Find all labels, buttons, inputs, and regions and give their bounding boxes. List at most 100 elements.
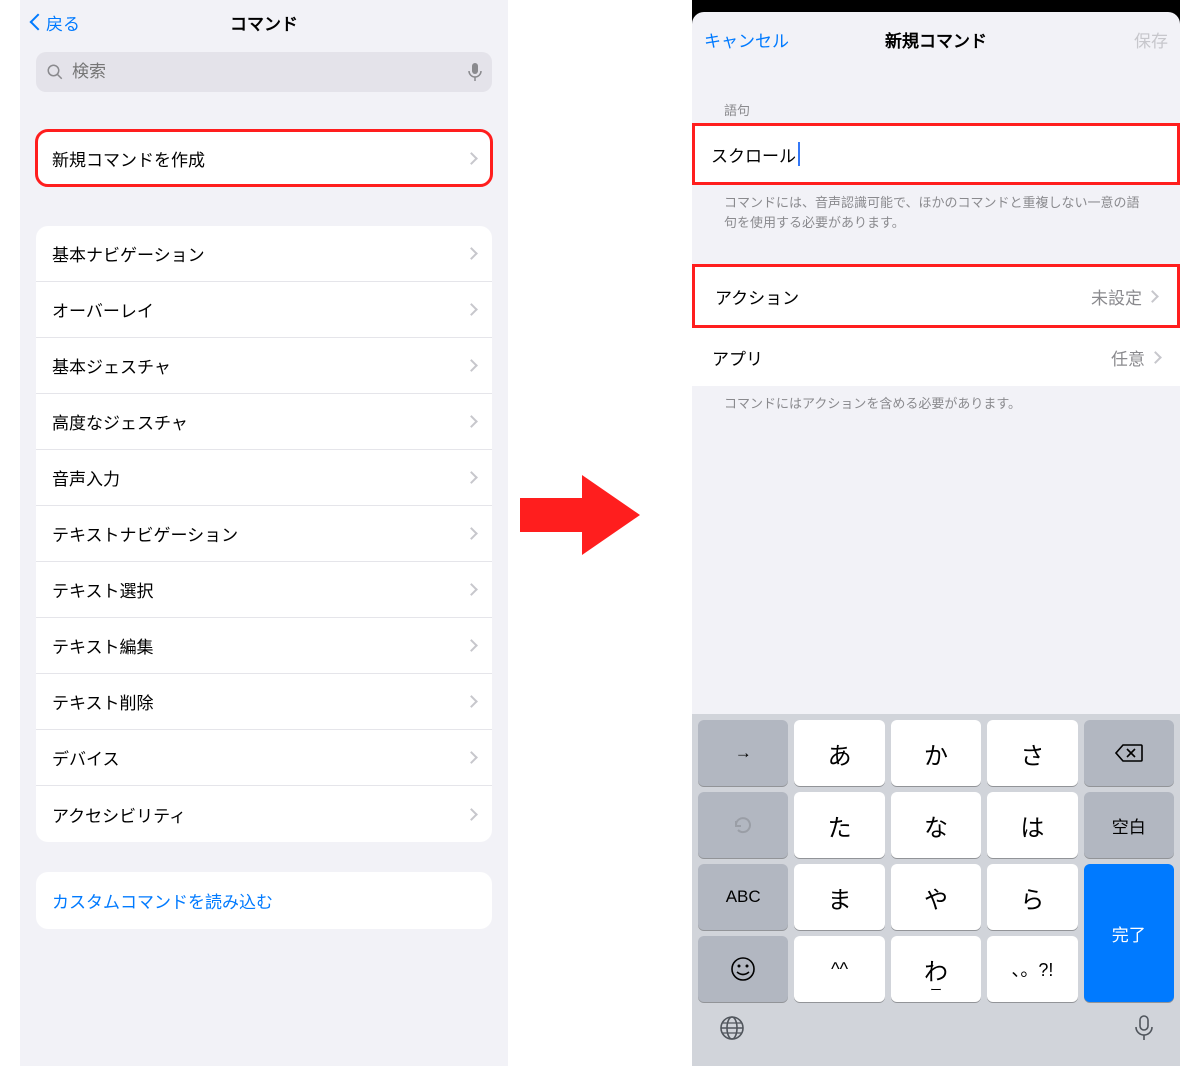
- emoji-icon: [730, 956, 756, 982]
- chevron-right-icon: [1149, 351, 1162, 364]
- chevron-right-icon: [465, 247, 478, 260]
- app-value: 任意: [1111, 345, 1145, 370]
- right-phone-frame: キャンセル 新規コマンド 保存 語句 スクロール コマンドには、音声認識可能で、…: [692, 0, 1180, 1066]
- save-label: 保存: [1134, 32, 1168, 51]
- sheet-navbar: キャンセル 新規コマンド 保存: [692, 12, 1180, 66]
- phrase-value: スクロール: [711, 142, 796, 167]
- chevron-right-icon: [465, 751, 478, 764]
- text-cursor: [798, 142, 800, 166]
- key-emoji[interactable]: [698, 936, 788, 1002]
- key-undo[interactable]: [698, 792, 788, 858]
- category-label: アクセシビリティ: [52, 802, 186, 827]
- keyboard-grid: → あ か さ た な は 空白 ABC ま や: [698, 720, 1174, 1002]
- key-sa[interactable]: さ: [987, 720, 1077, 786]
- globe-button[interactable]: [718, 1014, 746, 1042]
- chevron-right-icon: [465, 695, 478, 708]
- category-label: テキストナビゲーション: [52, 521, 238, 546]
- chevron-right-icon: [465, 583, 478, 596]
- chevron-right-icon: [1146, 290, 1159, 303]
- app-row: アプリ 任意: [692, 328, 1180, 386]
- search-field[interactable]: [36, 52, 492, 92]
- category-label: テキスト編集: [52, 633, 154, 658]
- action-value: 未設定: [1091, 284, 1142, 309]
- action-cell[interactable]: アクション 未設定: [695, 267, 1177, 325]
- create-command-cell[interactable]: 新規コマンドを作成: [36, 130, 492, 186]
- action-note: コマンドにはアクションを含める必要があります。: [692, 386, 1180, 414]
- category-label: テキスト選択: [52, 577, 154, 602]
- chevron-right-icon: [465, 359, 478, 372]
- category-label: 基本ナビゲーション: [52, 241, 205, 266]
- category-cell[interactable]: テキスト削除: [36, 674, 492, 730]
- key-punct[interactable]: 、。?!: [987, 936, 1077, 1002]
- key-ka[interactable]: か: [891, 720, 981, 786]
- category-cell[interactable]: 高度なジェスチャ: [36, 394, 492, 450]
- category-label: オーバーレイ: [52, 297, 154, 322]
- create-command-label: 新規コマンドを作成: [52, 146, 205, 171]
- app-label: アプリ: [712, 345, 763, 370]
- back-label: 戻る: [46, 10, 80, 35]
- keyboard-bottom-row: [698, 1002, 1174, 1042]
- category-cell[interactable]: 音声入力: [36, 450, 492, 506]
- chevron-right-icon: [465, 808, 478, 821]
- mic-icon[interactable]: [468, 62, 482, 82]
- chevron-right-icon: [465, 527, 478, 540]
- category-label: 高度なジェスチャ: [52, 409, 188, 434]
- save-button[interactable]: 保存: [1120, 27, 1168, 52]
- search-input[interactable]: [72, 62, 460, 82]
- category-cell[interactable]: テキストナビゲーション: [36, 506, 492, 562]
- cancel-label: キャンセル: [704, 27, 789, 52]
- category-cell[interactable]: 基本ジェスチャ: [36, 338, 492, 394]
- key-space[interactable]: 空白: [1084, 792, 1174, 858]
- key-wa[interactable]: わー: [891, 936, 981, 1002]
- key-kaomoji[interactable]: ^^: [794, 936, 884, 1002]
- category-cell[interactable]: アクセシビリティ: [36, 786, 492, 842]
- categories-group: 基本ナビゲーションオーバーレイ基本ジェスチャ高度なジェスチャ音声入力テキストナビ…: [36, 226, 492, 842]
- phrase-field-highlight: スクロール: [692, 123, 1180, 185]
- chevron-left-icon: [30, 14, 47, 31]
- dictation-button[interactable]: [1134, 1014, 1154, 1042]
- import-commands-label: カスタムコマンドを読み込む: [52, 893, 273, 912]
- keyboard: → あ か さ た な は 空白 ABC ま や: [692, 714, 1180, 1066]
- category-cell[interactable]: オーバーレイ: [36, 282, 492, 338]
- action-app-section: アクション 未設定 アプリ 任意: [692, 264, 1180, 386]
- globe-icon: [718, 1014, 746, 1042]
- category-label: 音声入力: [52, 465, 120, 490]
- category-cell[interactable]: テキスト選択: [36, 562, 492, 618]
- key-done[interactable]: 完了: [1084, 864, 1174, 1002]
- key-backspace[interactable]: [1084, 720, 1174, 786]
- key-ya[interactable]: や: [891, 864, 981, 930]
- action-label: アクション: [715, 284, 799, 309]
- key-ma[interactable]: ま: [794, 864, 884, 930]
- phrase-note: コマンドには、音声認識可能で、ほかのコマンドと重複しない一意の語句を使用する必要…: [692, 185, 1180, 232]
- undo-icon: [731, 813, 755, 837]
- key-ra[interactable]: ら: [987, 864, 1077, 930]
- search-icon: [46, 63, 64, 81]
- chevron-right-icon: [465, 152, 478, 165]
- modal-sheet: キャンセル 新規コマンド 保存 語句 スクロール コマンドには、音声認識可能で、…: [692, 12, 1180, 1066]
- category-label: デバイス: [52, 745, 120, 770]
- arrow-right-icon: [520, 470, 640, 560]
- app-cell[interactable]: アプリ 任意: [692, 328, 1180, 386]
- section-header-phrase: 語句: [692, 100, 1180, 123]
- key-tab[interactable]: →: [698, 720, 788, 786]
- chevron-right-icon: [465, 415, 478, 428]
- key-ha[interactable]: は: [987, 792, 1077, 858]
- category-cell[interactable]: テキスト編集: [36, 618, 492, 674]
- key-abc[interactable]: ABC: [698, 864, 788, 930]
- back-button[interactable]: 戻る: [32, 10, 80, 35]
- category-cell[interactable]: デバイス: [36, 730, 492, 786]
- key-ta[interactable]: た: [794, 792, 884, 858]
- category-label: 基本ジェスチャ: [52, 353, 171, 378]
- chevron-right-icon: [465, 303, 478, 316]
- create-command-group: 新規コマンドを作成: [36, 130, 492, 186]
- cancel-button[interactable]: キャンセル: [704, 27, 789, 52]
- sheet-title: 新規コマンド: [885, 27, 987, 52]
- navbar: 戻る コマンド: [20, 0, 508, 44]
- page-title: コマンド: [230, 10, 298, 35]
- category-cell[interactable]: 基本ナビゲーション: [36, 226, 492, 282]
- import-commands-button[interactable]: カスタムコマンドを読み込む: [36, 872, 492, 929]
- key-a[interactable]: あ: [794, 720, 884, 786]
- mic-icon: [1134, 1014, 1154, 1042]
- key-na[interactable]: な: [891, 792, 981, 858]
- phrase-field[interactable]: スクロール: [695, 126, 1177, 182]
